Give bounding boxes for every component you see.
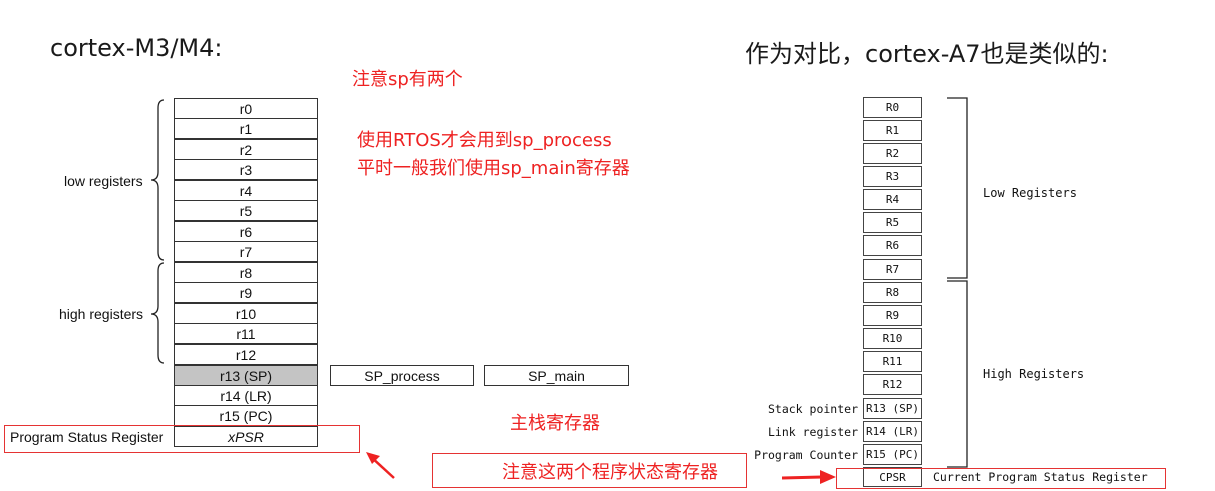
left-reg-r11: r11 (174, 323, 318, 344)
low-registers-bracket (947, 97, 968, 279)
right-reg-r1: R1 (863, 120, 922, 141)
high-registers-label: high registers (59, 306, 144, 322)
sp-main-box: SP_main (484, 365, 629, 386)
right-reg-r13-sp: R13 (SP) (863, 398, 922, 419)
right-reg-r11: R11 (863, 351, 922, 372)
note-sp-two: 注意sp有两个 (352, 69, 463, 90)
right-low-registers-label: Low Registers (983, 186, 1077, 200)
left-reg-r12: r12 (174, 344, 318, 365)
right-reg-r0: R0 (863, 97, 922, 118)
sp-process-box: SP_process (330, 365, 474, 386)
left-reg-r10: r10 (174, 303, 318, 324)
high-registers-bracket (947, 280, 968, 468)
right-brackets (947, 97, 968, 468)
note-rtos-2: 平时一般我们使用sp_main寄存器 (357, 158, 630, 179)
program-counter-label: Program Counter (754, 448, 858, 462)
left-title: cortex-M3/M4: (50, 34, 223, 62)
right-reg-r2: R2 (863, 143, 922, 164)
link-register-label: Link register (767, 425, 858, 439)
psr-highlight-box (4, 425, 360, 453)
left-reg-r6: r6 (174, 221, 318, 242)
left-reg-r0: r0 (174, 98, 318, 119)
right-reg-r12: R12 (863, 374, 922, 395)
right-reg-r3: R3 (863, 166, 922, 187)
left-braces (150, 99, 165, 364)
high-registers-brace (150, 262, 165, 364)
stack-pointer-label: Stack pointer (767, 402, 858, 416)
right-reg-r8: R8 (863, 282, 922, 303)
right-title: 作为对比，cortex-A7也是类似的: (745, 40, 1109, 68)
left-reg-r7: r7 (174, 241, 318, 262)
left-reg-r2: r2 (174, 139, 318, 160)
right-reg-r10: R10 (863, 328, 922, 349)
right-red-arrow (782, 470, 836, 484)
low-registers-brace (150, 99, 165, 261)
left-reg-r13-sp: r13 (SP) (174, 365, 318, 386)
right-reg-r9: R9 (863, 305, 922, 326)
left-reg-r3: r3 (174, 159, 318, 180)
left-reg-r15-pc: r15 (PC) (174, 405, 318, 426)
right-reg-r15-pc: R15 (PC) (863, 444, 922, 465)
right-reg-r6: R6 (863, 235, 922, 256)
left-reg-r1: r1 (174, 118, 318, 139)
right-reg-r4: R4 (863, 189, 922, 210)
right-reg-r5: R5 (863, 212, 922, 233)
left-reg-r8: r8 (174, 262, 318, 283)
right-reg-r7: R7 (863, 259, 922, 280)
low-registers-label: low registers (64, 173, 143, 189)
left-reg-r9: r9 (174, 282, 318, 303)
left-reg-r4: r4 (174, 180, 318, 201)
right-high-registers-label: High Registers (983, 367, 1085, 381)
note-psr: 注意这两个程序状态寄存器 (502, 462, 718, 483)
left-reg-r5: r5 (174, 200, 318, 221)
cpsr-highlight-box (836, 468, 1166, 489)
note-rtos-1: 使用RTOS才会用到sp_process (357, 130, 612, 151)
right-reg-r14-lr: R14 (LR) (863, 421, 922, 442)
left-reg-r14-lr: r14 (LR) (174, 385, 318, 406)
note-main-stack: 主栈寄存器 (510, 413, 600, 434)
left-red-arrow (366, 452, 395, 479)
